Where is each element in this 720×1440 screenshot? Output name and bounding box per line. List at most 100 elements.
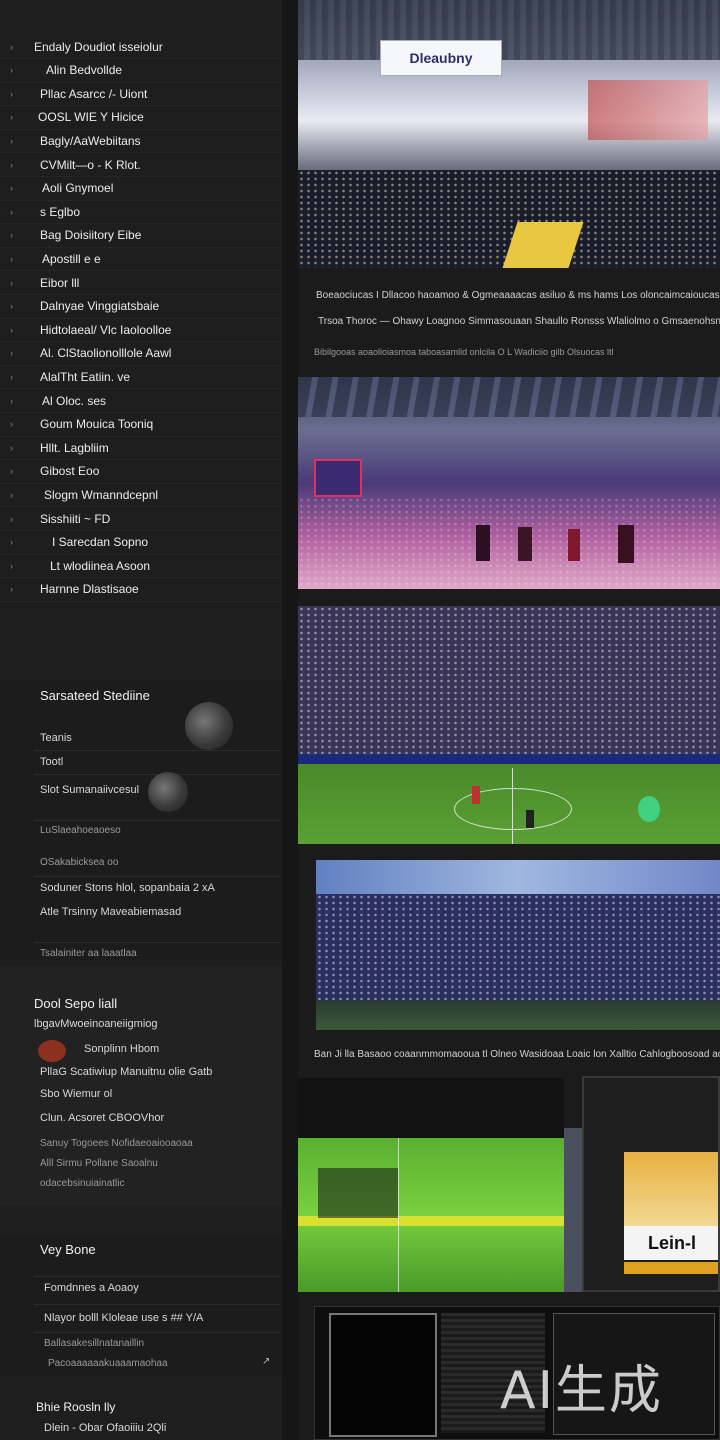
sidebar-item[interactable]: › Slogm Wmanndcepnl: [0, 483, 282, 508]
chevron-icon: ›: [10, 584, 13, 595]
sidebar-item[interactable]: › Sisshiiti ~ FD: [0, 507, 282, 531]
sidebar-item[interactable]: › Eibor lll: [0, 271, 282, 295]
sidebar-item[interactable]: › Pllac Asarcc /- Uiont: [0, 82, 282, 107]
section-row[interactable]: PllaG Scatiwiup Manuitnu olie Gatb: [40, 1066, 212, 1078]
section-row[interactable]: Alll Sirmu Pollane Saoalnu: [40, 1158, 158, 1169]
sidebar-item-label: Endaly Doudiot isseiolur: [34, 39, 163, 54]
mascot: [638, 796, 660, 822]
sidebar: › Endaly Doudiot isseiolur › Alin Bedvollde…: [0, 0, 283, 1440]
sidebar-item-label: Pllac Asarcc /- Uiont: [40, 86, 148, 101]
banner-sign: Dleaubny: [380, 40, 502, 76]
section-row[interactable]: lbgavMwoeinoaneiigmiog: [34, 1018, 158, 1030]
sidebar-item[interactable]: › Alin Bedvollde: [0, 59, 282, 83]
chevron-icon: ›: [10, 41, 13, 52]
sidebar-item[interactable]: › Al. ClStaolionolllole Aawl: [0, 342, 282, 366]
chevron-icon: ›: [10, 489, 13, 500]
scroll-gutter[interactable]: [282, 0, 298, 1440]
caption-line: Bibilgooas aoaolioiasmoa taboasamlid onl…: [314, 347, 614, 357]
chevron-icon: ›: [10, 560, 13, 571]
sidebar-item-label: Al Oloc. ses: [42, 393, 107, 408]
chevron-icon: ›: [10, 301, 13, 312]
section-row[interactable]: Teanis: [40, 732, 72, 744]
sidebar-item-label: s Eglbo: [40, 204, 81, 219]
chevron-icon: ›: [10, 419, 13, 430]
sidebar-item[interactable]: › AlalTht Eatiin. ve: [0, 365, 282, 390]
sidebar-item-label: Sisshiiti ~ FD: [40, 511, 111, 526]
sidebar-item[interactable]: › Hllt. Lagbliim: [0, 436, 282, 461]
sidebar-item-label: OOSL WIE Y Hicice: [38, 110, 144, 125]
section-row[interactable]: Sanuy Togoees Nofidaeoaiooaoaa: [40, 1138, 193, 1149]
chevron-icon: ›: [10, 159, 13, 170]
sidebar-item[interactable]: › Al Oloc. ses: [0, 389, 282, 413]
sidebar-item[interactable]: › Harnne Dlastisaoe: [0, 578, 282, 602]
section-row[interactable]: Nlayor bolll Kloleae use s ## Y/A: [44, 1312, 203, 1324]
section-row[interactable]: Fomdnnes a Aoaoy: [44, 1282, 139, 1294]
section-title: Sarsateed Stediine: [40, 688, 150, 703]
broadcast-pitch-image[interactable]: [298, 1078, 564, 1292]
tv-screen-image[interactable]: Lein-l: [582, 1076, 720, 1292]
chevron-icon: ›: [10, 65, 13, 76]
sidebar-section-details: Dool Sepo liall lbgavMwoeinoaneiigmiog S…: [0, 966, 282, 1206]
team-logo-icon: [38, 1040, 66, 1062]
sidebar-item[interactable]: › Gibost Eoo: [0, 460, 282, 484]
caption-line: Boeaociucas I Dllacoo haoamoo & Ogmeaaaa…: [316, 290, 720, 301]
sidebar-item-label: Hllt. Lagbliim: [40, 440, 109, 455]
divider: [34, 942, 280, 943]
section-row[interactable]: Ballasakesillnatanaillin: [44, 1338, 144, 1349]
player: [472, 786, 480, 804]
sidebar-item[interactable]: › Lt wlodiinea Asoon: [0, 554, 282, 579]
sidebar-item[interactable]: › OOSL WIE Y Hicice: [0, 106, 282, 130]
sidebar-item[interactable]: › s Eglbo: [0, 200, 282, 225]
chevron-icon: ›: [10, 371, 13, 382]
divider: [34, 820, 280, 821]
sidebar-item-label: I Sarecdan Sopno: [52, 535, 149, 550]
chevron-icon: ›: [10, 206, 13, 217]
chevron-icon: ›: [10, 324, 13, 335]
sidebar-item-label: AlalTht Eatiin. ve: [40, 369, 131, 384]
section-row[interactable]: Sonplinn Hbom: [84, 1043, 159, 1055]
chevron-icon: ›: [10, 253, 13, 264]
chevron-icon: ›: [10, 466, 13, 477]
chevron-icon: ›: [10, 112, 13, 123]
section-title: Vey Bone: [40, 1242, 96, 1257]
arena-concert-image[interactable]: Dleaubny: [298, 0, 720, 268]
divider: [34, 1332, 280, 1333]
chevron-icon: ›: [10, 183, 13, 194]
section-highlight[interactable]: Soduner Stons hlol, sopanbaia 2 xA: [40, 882, 215, 894]
arrow-icon[interactable]: ↗: [262, 1356, 270, 1367]
stadium-smoke-image[interactable]: [298, 377, 720, 589]
section-row[interactable]: Tootl: [40, 756, 63, 768]
section-row[interactable]: Clun. Acsoret CBOOVhor: [40, 1112, 164, 1124]
section-row[interactable]: OSakabicksea oo: [40, 857, 118, 868]
footer-title: Bhie Roosln lly: [36, 1400, 116, 1414]
divider: [34, 1304, 280, 1305]
section-row[interactable]: Pacoaaaaaakuaaamaohaa: [48, 1358, 168, 1369]
sidebar-item[interactable]: › CVMilt—o - K Rlot.: [0, 153, 282, 177]
sidebar-item[interactable]: › Hidtolaeal/ Vlc Iaoloolloe: [0, 318, 282, 343]
chevron-icon: ›: [10, 348, 13, 359]
crowd-stadium-image[interactable]: [316, 860, 720, 1030]
sidebar-item[interactable]: › Endaly Doudiot isseiolur: [0, 35, 282, 59]
sidebar-item[interactable]: › Bag Doisiitory Eibe: [0, 224, 282, 248]
chevron-icon: ›: [10, 88, 13, 99]
chevron-icon: ›: [10, 395, 13, 406]
chevron-icon: ›: [10, 537, 13, 548]
sidebar-item[interactable]: › Apostill e e: [0, 247, 282, 272]
sidebar-item[interactable]: › I Sarecdan Sopno: [0, 531, 282, 555]
sidebar-item-label: Dalnyae Vinggiatsbaie: [40, 299, 160, 314]
sidebar-section-more: Vey Bone Fomdnnes a Aoaoy Nlayor bolll K…: [0, 1236, 282, 1376]
sidebar-item[interactable]: › Goum Mouica Tooniq: [0, 413, 282, 437]
section-row[interactable]: odacebsinuiainatlic: [40, 1178, 125, 1189]
section-title: Dool Sepo liall: [34, 996, 118, 1011]
section-row[interactable]: Sbo Wiemur ol: [40, 1088, 112, 1100]
football-pitch-image[interactable]: [298, 606, 720, 844]
avatar: [148, 772, 188, 812]
section-row[interactable]: LuSlaeahoeaoeso: [40, 825, 121, 836]
section-row[interactable]: Slot Sumanaiivcesul: [40, 784, 139, 796]
sidebar-item[interactable]: › Dalnyae Vinggiatsbaie: [0, 295, 282, 319]
chevron-icon: ›: [10, 513, 13, 524]
sidebar-item[interactable]: › Aoli Gnymoel: [0, 177, 282, 201]
sidebar-item-label: Lt wlodiinea Asoon: [50, 558, 151, 573]
sidebar-item[interactable]: › Bagly/AaWebiitans: [0, 129, 282, 154]
section-highlight[interactable]: Atle Trsinny Maveabiemasad: [40, 906, 181, 918]
